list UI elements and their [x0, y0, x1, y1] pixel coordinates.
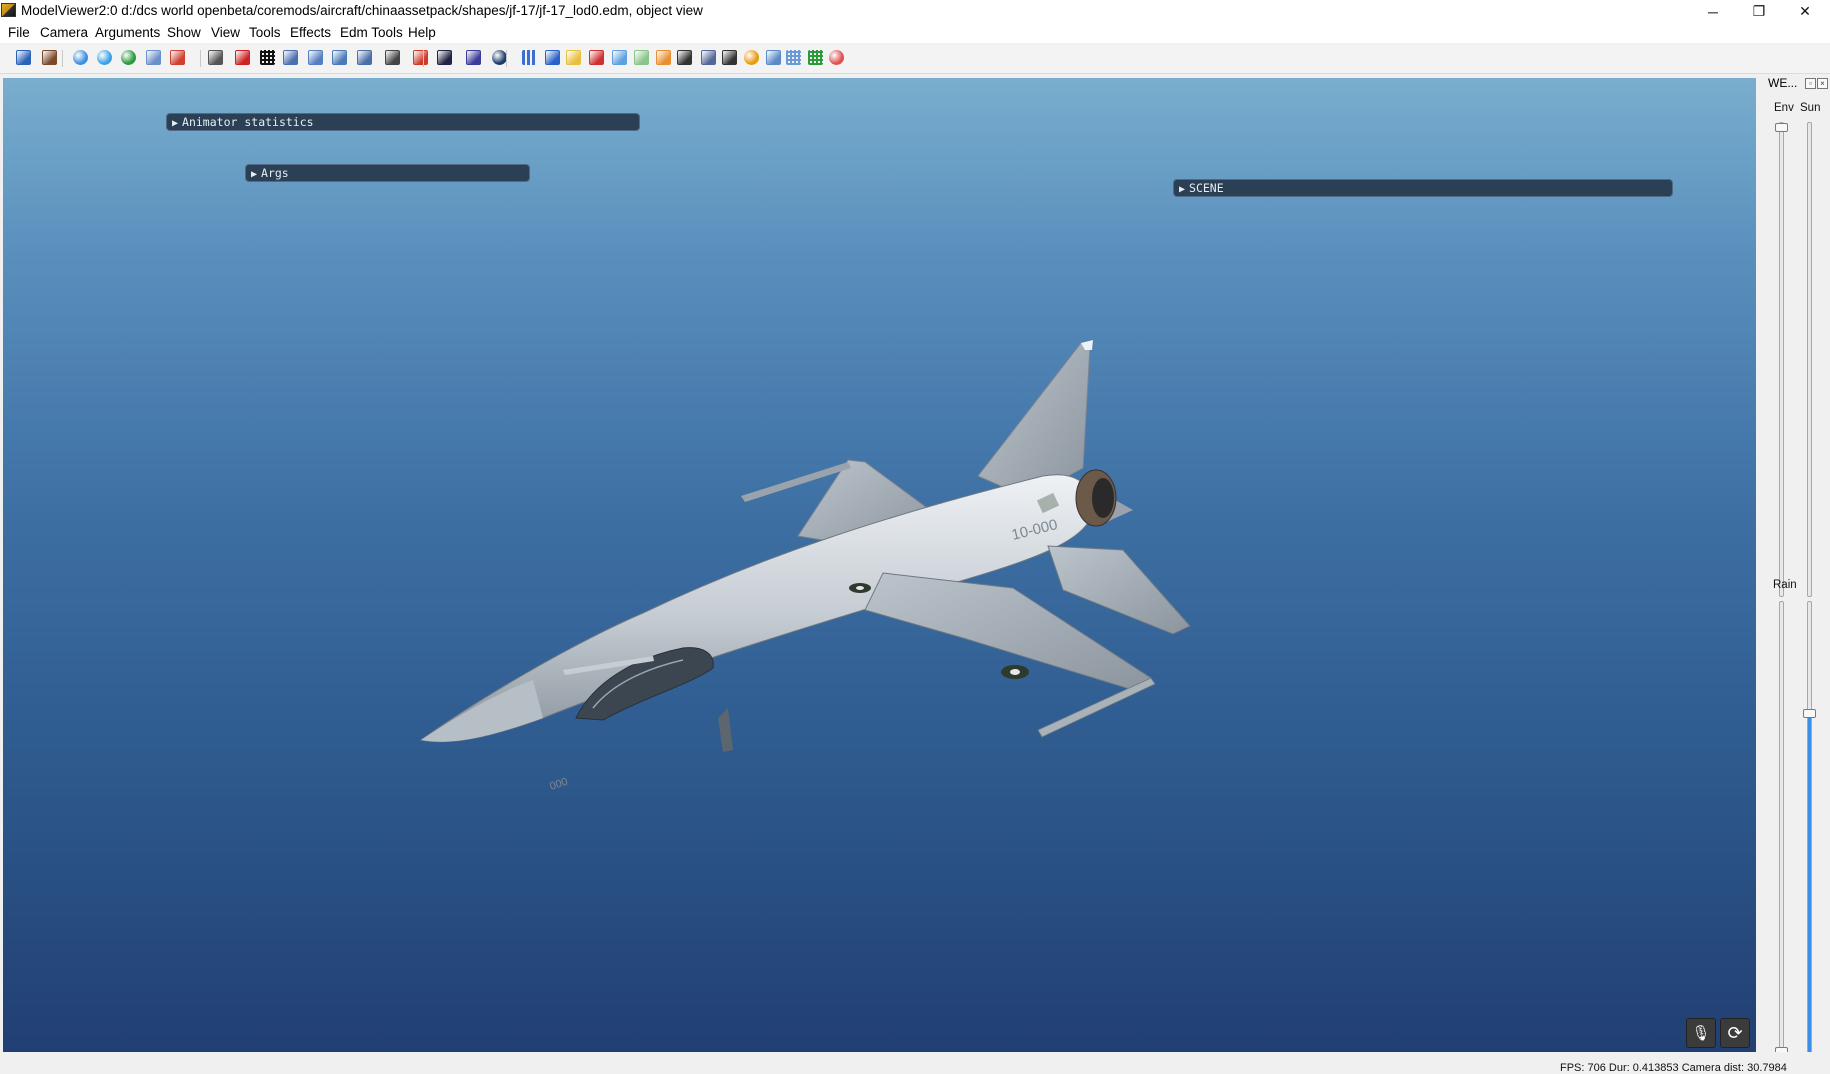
- funnel-icon[interactable]: [283, 50, 298, 65]
- rain-label: Rain: [1773, 579, 1797, 591]
- dock-float-button[interactable]: ▫: [1805, 78, 1816, 89]
- car-icon[interactable]: [722, 50, 737, 65]
- dock-close-button[interactable]: ×: [1817, 78, 1828, 89]
- menu-show[interactable]: Show: [167, 25, 201, 40]
- window-title: ModelViewer2:0 d:/dcs world openbeta/cor…: [21, 3, 703, 18]
- save-icon[interactable]: [16, 50, 31, 65]
- title-bar: ModelViewer2:0 d:/dcs world openbeta/cor…: [0, 0, 1830, 23]
- toolbar-separator: [506, 50, 507, 67]
- cube-blue-icon[interactable]: [545, 50, 560, 65]
- menu-bar: File Camera Arguments Show View Tools Ef…: [0, 23, 1830, 43]
- stack-icon[interactable]: [701, 50, 716, 65]
- camera-icon[interactable]: [208, 50, 223, 65]
- undo-icon[interactable]: [466, 50, 481, 65]
- crosshair-icon[interactable]: [235, 50, 250, 65]
- texture-icon[interactable]: [385, 50, 400, 65]
- person-settings-icon[interactable]: [42, 50, 57, 65]
- rain-slider-fill: [1808, 714, 1811, 1058]
- microphone-button[interactable]: 🎙: [1686, 1018, 1716, 1048]
- rgb-icon[interactable]: [413, 50, 428, 65]
- shell-icon[interactable]: [744, 50, 759, 65]
- cube-light-icon[interactable]: [612, 50, 627, 65]
- microphone-icon: 🎙: [1691, 1025, 1711, 1042]
- folders-icon[interactable]: [566, 50, 581, 65]
- aircraft-model: 10-000 000: [419, 340, 1191, 793]
- menu-effects[interactable]: Effects: [290, 25, 331, 40]
- speaker-icon[interactable]: [357, 50, 372, 65]
- skeleton-icon[interactable]: [170, 50, 185, 65]
- grid-black-icon[interactable]: [260, 50, 275, 65]
- toolbar-separator: [200, 50, 201, 67]
- cycle-button[interactable]: ⟳: [1720, 1018, 1750, 1048]
- cube-red-icon[interactable]: [589, 50, 604, 65]
- status-text: FPS: 706 Dur: 0.413853 Camera dist: 30.7…: [1560, 1062, 1787, 1074]
- menu-help[interactable]: Help: [408, 25, 436, 40]
- graph-icon[interactable]: [656, 50, 671, 65]
- image-icon[interactable]: [146, 50, 161, 65]
- toolbar-separator: [62, 50, 63, 67]
- app-icon: [1, 3, 16, 17]
- rain-slider-handle[interactable]: [1803, 709, 1816, 718]
- menu-file[interactable]: File: [8, 25, 30, 40]
- globe-icon[interactable]: [73, 50, 88, 65]
- menu-arguments[interactable]: Arguments: [95, 25, 160, 40]
- sun-slider[interactable]: [1807, 122, 1812, 597]
- refresh-icon[interactable]: [97, 50, 112, 65]
- cube-green-icon[interactable]: [634, 50, 649, 65]
- maximize-button[interactable]: ❐: [1736, 0, 1782, 23]
- close-button[interactable]: ✕: [1782, 0, 1828, 23]
- sun-label: Sun: [1800, 102, 1821, 114]
- cycle-icon: ⟳: [1727, 1022, 1743, 1043]
- minimize-button[interactable]: ─: [1690, 0, 1736, 23]
- menu-view[interactable]: View: [211, 25, 240, 40]
- toolbar-separator: [423, 50, 424, 67]
- grid-blue-icon[interactable]: [786, 50, 801, 65]
- arrow-right-icon[interactable]: [332, 50, 347, 65]
- record-icon[interactable]: [829, 50, 844, 65]
- menu-camera[interactable]: Camera: [40, 25, 88, 40]
- bar-chart-icon[interactable]: [522, 50, 537, 65]
- rain-slider[interactable]: [1803, 601, 1816, 1059]
- molecule-icon[interactable]: [766, 50, 781, 65]
- status-bar: FPS: 706 Dur: 0.413853 Camera dist: 30.7…: [0, 1052, 1830, 1074]
- menu-edm-tools[interactable]: Edm Tools: [340, 25, 403, 40]
- dock-title: WE...: [1768, 76, 1798, 90]
- dial-icon[interactable]: [492, 50, 507, 65]
- env-slider[interactable]: [1775, 122, 1788, 597]
- env-slider-handle[interactable]: [1775, 123, 1788, 132]
- menu-tools[interactable]: Tools: [249, 25, 281, 40]
- rain-slider-left[interactable]: [1775, 601, 1788, 1059]
- film-icon[interactable]: [437, 50, 452, 65]
- cone-icon[interactable]: [308, 50, 323, 65]
- grid-green-icon[interactable]: [808, 50, 823, 65]
- figure-icon[interactable]: [677, 50, 692, 65]
- toolbar: [0, 45, 1830, 74]
- reload-green-icon[interactable]: [121, 50, 136, 65]
- weather-dock: WE... ▫ × Env Sun Rain: [1757, 74, 1830, 1064]
- 3d-viewport[interactable]: ▶ Animator statistics ▶ Args ▶ SCENE 10-…: [3, 78, 1756, 1052]
- env-label: Env: [1774, 102, 1794, 114]
- nose-number: 000: [548, 776, 569, 793]
